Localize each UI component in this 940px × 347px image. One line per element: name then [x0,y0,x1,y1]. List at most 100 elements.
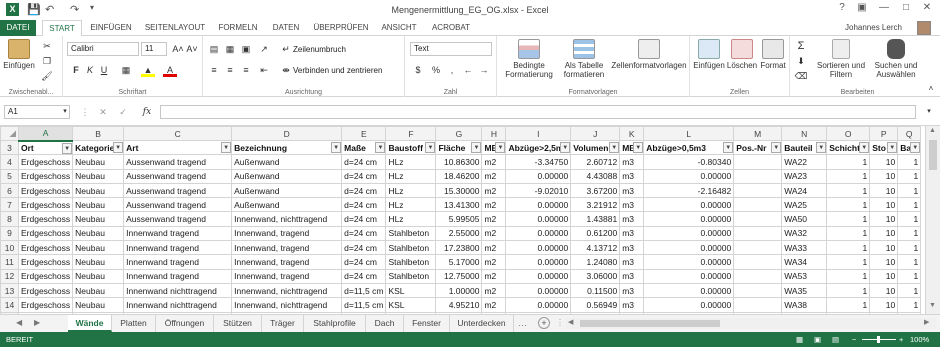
cell[interactable]: WA23 [781,168,828,184]
column-header[interactable]: M [733,126,783,141]
sheet-tab-platten[interactable]: Platten [112,315,156,332]
prev-sheet-icon[interactable]: ◀ [16,318,22,327]
conditional-formatting-button[interactable]: Bedingte Formatierung [501,39,557,79]
fill-icon[interactable]: ⬇ [794,54,808,68]
format-as-table-button[interactable]: Als Tabelle formatieren [559,39,609,79]
cell[interactable]: Aussenwand tragend [123,182,233,199]
underline-button[interactable]: U [97,63,111,77]
row-header[interactable]: 7 [0,197,19,213]
cell[interactable]: m3 [619,254,645,270]
row-header[interactable]: 13 [0,282,19,299]
column-header[interactable]: L [643,126,735,141]
copy-icon[interactable]: ❐ [40,54,54,68]
zoom-out-icon[interactable]: − [852,332,856,347]
cell[interactable]: 1 [826,154,871,170]
cell[interactable]: Innenwand nichttragend [123,282,233,299]
cell-styles-button[interactable]: Zellenformatvorlagen [611,39,687,70]
cell[interactable]: 12.75000 [435,268,483,284]
cell[interactable]: 1 [826,297,871,313]
column-title-cell[interactable]: Art ▼ [123,139,233,156]
cell[interactable]: d=24 cm [341,211,387,227]
format-painter-icon[interactable]: 🖌 [40,69,54,83]
cell[interactable]: 0.00000 [643,268,735,284]
zoom-slider[interactable] [862,336,896,343]
format-cells-button[interactable]: Format [758,39,788,70]
cell[interactable]: 1 [897,268,922,284]
cell[interactable]: m2 [481,254,507,270]
cell[interactable]: m2 [481,182,507,199]
page-layout-view-icon[interactable]: ▣ [814,332,821,347]
cell[interactable]: 10 [869,225,899,242]
cell[interactable]: Erdgeschoss [17,297,74,313]
column-title-cell[interactable]: Bab ▼ [897,139,922,156]
column-header[interactable]: N [781,126,828,141]
fill-color-icon[interactable]: ▲ [141,63,155,77]
cell[interactable]: Neubau [72,154,125,170]
cell[interactable]: 10 [869,182,899,199]
row-header[interactable]: 4 [0,154,19,170]
cell[interactable]: Stahlbeton [385,240,437,256]
cell[interactable]: 3.67200 [570,182,621,199]
cell[interactable] [733,168,783,184]
shrink-font-icon[interactable]: A˅ [185,42,199,56]
cell[interactable]: Neubau [72,182,125,199]
clear-icon[interactable]: ⌫ [794,69,808,83]
cell[interactable]: WA22 [781,154,828,170]
wrap-text-button[interactable]: Zeilenumbruch [293,45,346,54]
cell[interactable]: 0.00000 [505,225,572,242]
filter-dropdown-icon[interactable]: ▼ [816,142,826,153]
sheet-tab-stuetzen[interactable]: Stützen [214,315,262,332]
cell[interactable]: 1 [826,268,871,284]
tab-seitenlayout[interactable]: SEITENLAYOUT [140,20,210,36]
align-center-icon[interactable]: ≡ [223,63,237,77]
cell[interactable]: -9.02010 [505,182,572,199]
cell[interactable]: Innenwand, tragend [231,240,343,256]
more-icon[interactable]: ⋮ [78,105,92,119]
cell[interactable]: -3.34750 [505,154,572,170]
cell[interactable]: 10.86300 [435,154,483,170]
row-header[interactable]: 9 [0,225,19,242]
cell[interactable]: Innenwand, nichttragend [231,282,343,299]
cell[interactable]: KSL [385,282,437,299]
page-break-view-icon[interactable]: ▤ [832,332,839,347]
column-title-cell[interactable]: Ort ▼ [17,139,74,156]
cell[interactable]: Innenwand, tragend [231,254,343,270]
align-left-icon[interactable]: ≡ [207,63,221,77]
cell[interactable]: d=24 cm [341,197,387,213]
filter-dropdown-icon[interactable]: ▼ [375,142,385,153]
cell[interactable]: Erdgeschoss [17,282,74,299]
cell[interactable]: 1 [897,240,922,256]
more-sheets-icon[interactable]: … [518,318,527,328]
cell[interactable]: 0.00000 [643,225,735,242]
paste-button[interactable]: Einfügen [2,39,36,70]
cell[interactable]: 3.21912 [570,197,621,213]
cell[interactable]: 1 [897,297,922,313]
cell[interactable]: Erdgeschoss [17,211,74,227]
currency-icon[interactable]: $ [411,63,425,77]
cell[interactable]: 10 [869,282,899,299]
row-header[interactable]: 8 [0,211,19,227]
cell[interactable]: 13.41300 [435,197,483,213]
cell[interactable]: d=24 cm [341,225,387,242]
column-header[interactable]: C [123,126,233,141]
cell[interactable]: d=24 cm [341,240,387,256]
cell[interactable]: WA25 [781,197,828,213]
column-header[interactable]: Q [897,126,922,141]
row-header[interactable]: 11 [0,254,19,270]
cell[interactable]: Stahlbeton [385,225,437,242]
cell[interactable]: Innenwand, nichttragend [231,211,343,227]
cell[interactable] [733,254,783,270]
hscroll-left-icon[interactable]: ◀ [568,318,573,326]
cell[interactable]: 10 [869,168,899,184]
tab-daten[interactable]: DATEN [266,20,306,36]
confirm-formula-icon[interactable]: ✓ [116,105,130,119]
cell[interactable]: Neubau [72,197,125,213]
cell[interactable]: m2 [481,225,507,242]
cell[interactable]: 1 [897,168,922,184]
cell[interactable]: WA38 [781,297,828,313]
cell[interactable]: 4.95210 [435,297,483,313]
cell[interactable]: WA34 [781,254,828,270]
cell[interactable]: 10 [869,297,899,313]
cell[interactable]: m3 [619,154,645,170]
borders-icon[interactable]: ▦ [119,63,133,77]
